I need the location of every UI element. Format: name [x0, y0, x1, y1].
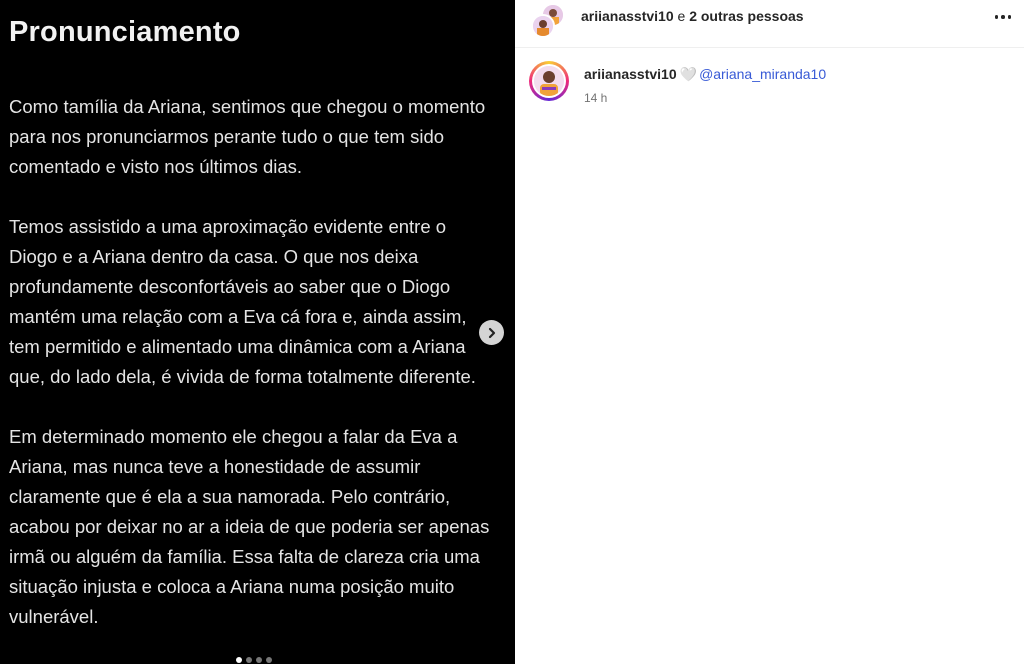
collaborator-avatars[interactable]	[531, 3, 565, 38]
header-others-link[interactable]: 2 outras pessoas	[689, 8, 803, 24]
more-options-button[interactable]	[991, 9, 1015, 25]
carousel-dot	[266, 657, 272, 663]
avatar-ring-inner	[532, 64, 566, 98]
more-dot	[1007, 15, 1012, 19]
post-panel: ariianasstvi10 e 2 outras pessoas ariian…	[515, 0, 1024, 664]
post-paragraph: Como tamília da Ariana, sentimos que che…	[9, 96, 486, 177]
carousel-next-button[interactable]	[479, 320, 504, 345]
carousel-dot-active	[236, 657, 242, 663]
carousel-dot	[256, 657, 262, 663]
avatar-story-ring[interactable]	[529, 61, 569, 101]
caption-text: ariianasstvi10 🤍 @ariana_miranda10	[584, 66, 826, 83]
more-dot	[1001, 15, 1005, 19]
carousel-indicator	[236, 657, 272, 663]
avatar	[534, 66, 564, 96]
post-media: Pronunciamento Como tamília da Ariana, s…	[0, 0, 515, 664]
header-connector: e	[677, 8, 686, 24]
post-paragraph: Em determinado momento ele chegou a fala…	[9, 426, 490, 627]
avatar[interactable]	[531, 14, 555, 38]
carousel-dot	[246, 657, 252, 663]
caption-timestamp[interactable]: 14 h	[584, 91, 607, 105]
post-header: ariianasstvi10 e 2 outras pessoas	[515, 0, 1024, 48]
post-paragraph: Temos assistido a uma aproximação eviden…	[9, 216, 476, 387]
caption-mention-link[interactable]: @ariana_miranda10	[699, 66, 826, 82]
caption-row: ariianasstvi10 🤍 @ariana_miranda10 14 h	[529, 61, 1009, 111]
heart-emoji: 🤍	[679, 66, 698, 82]
more-horizontal-icon	[994, 15, 999, 19]
post-title: Pronunciamento	[9, 16, 241, 48]
header-collaborators: ariianasstvi10 e 2 outras pessoas	[581, 8, 804, 24]
caption-username[interactable]: ariianasstvi10	[584, 66, 677, 82]
header-username[interactable]: ariianasstvi10	[581, 8, 674, 24]
post-body: Como tamília da Ariana, sentimos que che…	[9, 92, 514, 662]
chevron-right-icon	[488, 327, 495, 338]
